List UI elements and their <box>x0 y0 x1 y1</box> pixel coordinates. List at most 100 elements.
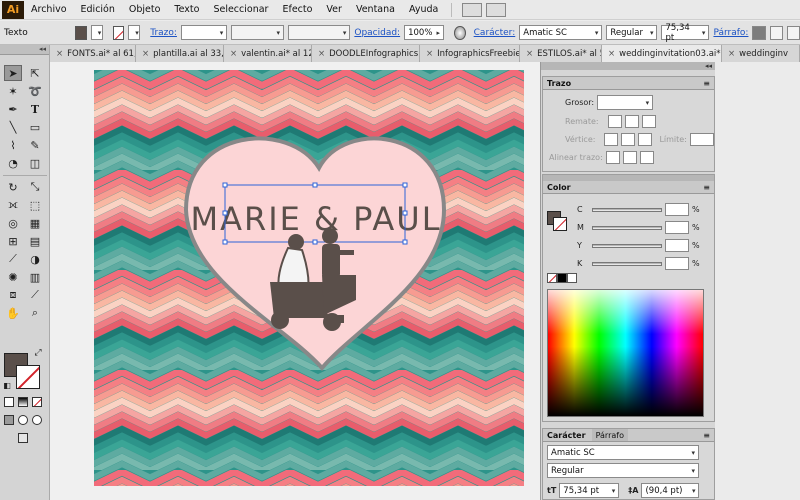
arrange-documents-icon[interactable] <box>486 2 507 17</box>
pen-tool-icon[interactable]: ✒ <box>4 101 22 117</box>
caracter-link[interactable]: Carácter: <box>474 28 516 38</box>
stroke-dropdown[interactable]: ▾ <box>128 25 141 40</box>
symbol-sprayer-tool-icon[interactable]: ✺ <box>4 269 22 285</box>
color-spectrum[interactable] <box>547 289 704 417</box>
menu-ventana[interactable]: Ventana <box>349 4 402 15</box>
panel-font-family-field[interactable]: Amatic SC ▾ <box>547 445 699 460</box>
channel-value[interactable] <box>665 221 689 234</box>
join-button[interactable] <box>604 133 619 146</box>
grosor-field[interactable]: ▾ <box>597 95 654 110</box>
artboard-tool-icon[interactable]: ⧈ <box>4 287 22 303</box>
black-swatch[interactable] <box>557 273 567 283</box>
type-tool-icon[interactable]: T <box>26 101 44 117</box>
close-icon[interactable]: × <box>728 49 735 59</box>
slice-tool-icon[interactable]: ⟋ <box>26 287 44 303</box>
direct-selection-tool-icon[interactable]: ⇱ <box>26 65 44 81</box>
channel-slider[interactable] <box>592 243 662 248</box>
fill-dropdown[interactable]: ▾ <box>90 25 103 40</box>
mesh-tool-icon[interactable]: ⊞ <box>4 233 22 249</box>
eyedropper-tool-icon[interactable]: ⟋ <box>4 251 22 267</box>
lasso-tool-icon[interactable]: ➰ <box>26 83 44 99</box>
rotate-tool-icon[interactable]: ↻ <box>4 179 22 195</box>
menu-ver[interactable]: Ver <box>319 4 349 15</box>
caracter-panel-header[interactable]: Carácter Párrafo ≡ <box>543 429 714 442</box>
eraser-tool-icon[interactable]: ◫ <box>26 155 44 171</box>
font-family-field[interactable]: Amatic SC ▾ <box>519 25 603 40</box>
bridge-icon[interactable] <box>462 2 483 17</box>
close-icon[interactable]: × <box>142 49 149 59</box>
opacity-field[interactable]: 100% ▸ <box>404 25 445 40</box>
bbox-handle[interactable] <box>402 182 408 188</box>
panel-grip[interactable]: ◂◂ <box>541 62 715 70</box>
zoom-tool-icon[interactable]: ⌕ <box>26 305 44 321</box>
scale-tool-icon[interactable]: ⤡ <box>26 179 44 195</box>
screen-mode-icon[interactable] <box>18 433 28 443</box>
channel-value[interactable] <box>665 239 689 252</box>
color-stroke-swatch[interactable] <box>553 217 567 231</box>
free-transform-tool-icon[interactable]: ⬚ <box>26 197 44 213</box>
bbox-handle[interactable] <box>222 239 228 245</box>
pencil-tool-icon[interactable]: ✎ <box>26 137 44 153</box>
menu-texto[interactable]: Texto <box>167 4 206 15</box>
font-size-field[interactable]: 75,34 pt ▾ <box>661 23 710 43</box>
parrafo-link[interactable]: Párrafo: <box>713 28 748 38</box>
bbox-handle[interactable] <box>402 239 408 245</box>
close-icon[interactable]: × <box>608 49 615 59</box>
gradient-tool-icon[interactable]: ▤ <box>26 233 44 249</box>
magic-wand-tool-icon[interactable]: ✶ <box>4 83 22 99</box>
close-icon[interactable]: × <box>426 49 433 59</box>
tab-document-active[interactable]: × weddinginvitation03.ai* <box>602 45 722 62</box>
rectangle-tool-icon[interactable]: ▭ <box>26 119 44 135</box>
white-swatch[interactable] <box>567 273 577 283</box>
stroke-color-swatch[interactable] <box>16 365 40 389</box>
bbox-handle[interactable] <box>222 210 228 216</box>
draw-inside-icon[interactable] <box>32 415 42 425</box>
tab-parrafo[interactable]: Párrafo <box>591 429 628 441</box>
hand-tool-icon[interactable]: ✋ <box>4 305 22 321</box>
shape-builder-tool-icon[interactable]: ◎ <box>4 215 22 231</box>
close-icon[interactable]: × <box>230 49 237 59</box>
align-stroke-button[interactable] <box>605 151 620 164</box>
align-left-button[interactable] <box>752 25 766 40</box>
channel-value[interactable] <box>665 257 689 270</box>
none-mode-icon[interactable] <box>32 397 42 407</box>
blend-tool-icon[interactable]: ◑ <box>26 251 44 267</box>
menu-ayuda[interactable]: Ayuda <box>402 4 445 15</box>
limite-field[interactable] <box>689 133 714 146</box>
tab-document[interactable]: ×FONTS.ai* al 61,... <box>50 45 136 62</box>
panel-grip[interactable]: ◂◂ <box>0 45 49 55</box>
variable-width-dropdown[interactable]: ▾ <box>231 25 285 40</box>
none-swatch[interactable] <box>547 273 557 283</box>
perspective-grid-tool-icon[interactable]: ▦ <box>26 215 44 231</box>
channel-slider[interactable] <box>592 207 662 212</box>
panel-font-size-field[interactable]: 75,34 pt ▾ <box>559 483 620 498</box>
panel-menu-icon[interactable]: ≡ <box>703 79 710 88</box>
brush-dropdown[interactable]: ▾ <box>288 25 351 40</box>
panel-font-style-field[interactable]: Regular ▾ <box>547 463 699 478</box>
panel-menu-icon[interactable]: ≡ <box>703 431 710 440</box>
bbox-handle[interactable] <box>222 182 228 188</box>
tab-document[interactable]: ×ESTILOS.ai* al 50... <box>520 45 602 62</box>
fill-swatch[interactable] <box>75 25 87 40</box>
menu-edicion[interactable]: Edición <box>74 4 122 15</box>
channel-slider[interactable] <box>592 261 662 266</box>
tab-document[interactable]: × weddinginv <box>722 45 800 62</box>
selection-tool-icon[interactable]: ➤ <box>4 65 22 81</box>
recolor-icon[interactable] <box>454 25 466 40</box>
stroke-swatch[interactable] <box>112 25 125 40</box>
join-button[interactable] <box>638 133 653 146</box>
tab-document[interactable]: ×plantilla.ai al 33,... <box>136 45 224 62</box>
align-right-button[interactable] <box>786 25 800 40</box>
font-style-field[interactable]: Regular ▾ <box>606 25 658 40</box>
swap-colors-icon[interactable]: ⤢ <box>32 347 44 359</box>
draw-normal-icon[interactable] <box>4 415 14 425</box>
default-colors-icon[interactable]: ◧ <box>1 379 13 391</box>
close-icon[interactable]: × <box>56 49 63 59</box>
blob-brush-tool-icon[interactable]: ◔ <box>4 155 22 171</box>
menu-objeto[interactable]: Objeto <box>122 4 168 15</box>
panel-leading-field[interactable]: (90,4 pt) ▾ <box>641 483 700 498</box>
menu-efecto[interactable]: Efecto <box>275 4 319 15</box>
join-button[interactable] <box>621 133 636 146</box>
line-tool-icon[interactable]: ╲ <box>4 119 22 135</box>
menu-archivo[interactable]: Archivo <box>24 4 74 15</box>
